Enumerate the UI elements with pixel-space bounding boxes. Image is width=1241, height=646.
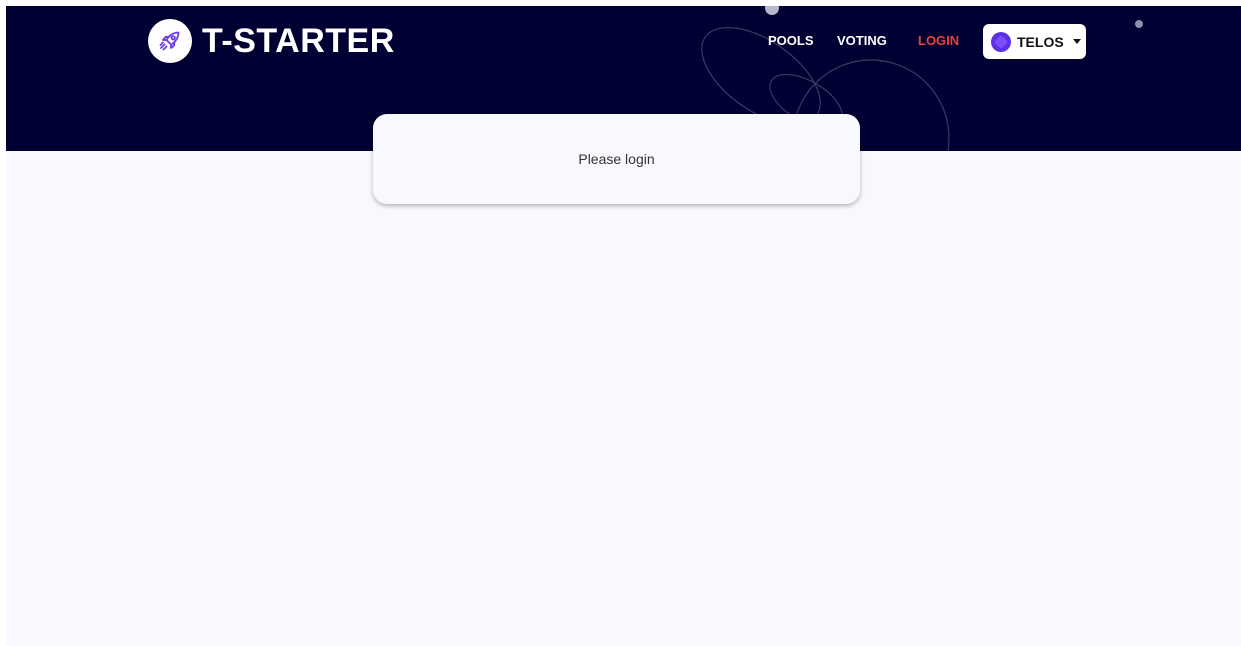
caret-down-icon	[1072, 39, 1081, 44]
network-label: TELOS	[1017, 33, 1064, 50]
nav-voting[interactable]: VOTING	[837, 33, 887, 48]
telos-icon	[991, 31, 1011, 52]
brand-logo[interactable]: T-STARTER	[148, 19, 395, 63]
login-prompt-card: Please login	[373, 114, 860, 204]
brand-name: T-STARTER	[202, 21, 395, 60]
network-selector[interactable]: TELOS	[983, 24, 1086, 59]
rocket-icon	[148, 19, 192, 63]
nav-login[interactable]: LOGIN	[918, 33, 959, 48]
app-frame: T-STARTER POOLS VOTING LOGIN TELOS Pleas…	[6, 6, 1241, 646]
login-prompt-text: Please login	[578, 151, 655, 167]
nav-pools[interactable]: POOLS	[768, 33, 814, 48]
